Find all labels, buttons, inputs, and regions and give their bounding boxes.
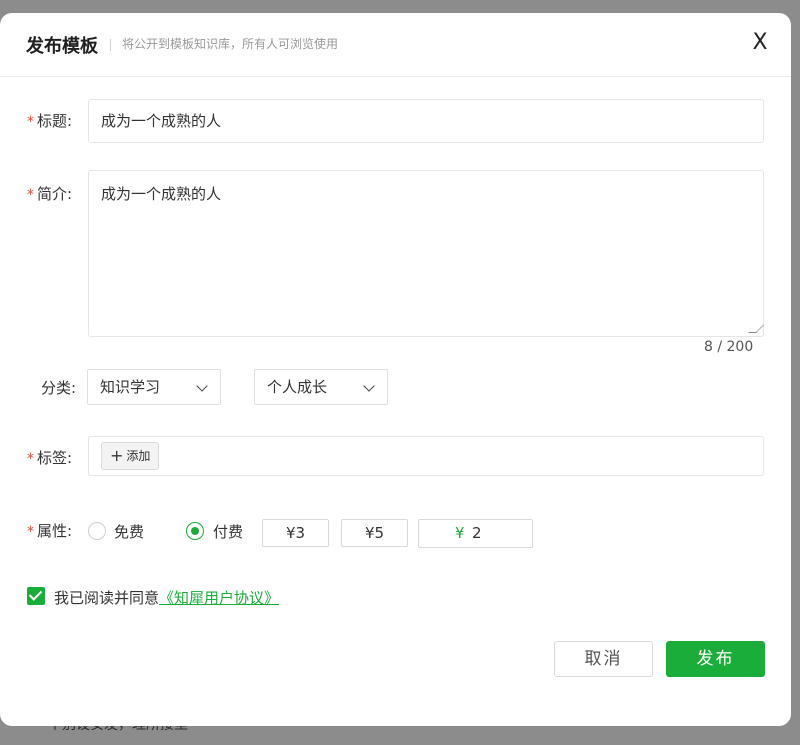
publish-button[interactable]: 发布	[666, 641, 765, 677]
agreement-checkbox[interactable]	[27, 587, 45, 605]
chevron-down-icon	[196, 380, 208, 392]
description-label: * 简介:	[27, 185, 73, 203]
description-textarea[interactable]: 成为一个成熟的人	[88, 170, 764, 337]
paid-option-label[interactable]: 付费	[213, 521, 243, 542]
title-input[interactable]: 成为一个成熟的人	[88, 99, 764, 143]
custom-price-value: 2	[472, 524, 482, 542]
header-divider	[110, 39, 111, 51]
char-counter: 8 / 200	[704, 339, 754, 355]
price-option-3[interactable]: ¥3	[262, 519, 329, 547]
category-label: 分类:	[41, 379, 77, 397]
required-mark: *	[27, 524, 34, 540]
add-tag-button[interactable]: + 添加	[101, 442, 160, 470]
category-secondary-select[interactable]: 个人成长	[254, 369, 388, 405]
paid-radio[interactable]	[186, 522, 204, 540]
plus-icon: +	[110, 446, 124, 465]
agreement-text: 我已阅读并同意《知犀用户协议》	[54, 589, 280, 607]
resize-handle-icon[interactable]	[748, 325, 764, 333]
cancel-button[interactable]: 取消	[554, 641, 653, 677]
free-radio[interactable]	[88, 522, 106, 540]
required-mark: *	[27, 114, 34, 130]
dialog-subtitle: 将公开到模板知识库，所有人可浏览使用	[122, 37, 339, 51]
tags-input[interactable]: + 添加	[88, 436, 764, 476]
category-primary-select[interactable]: 知识学习	[87, 369, 221, 405]
free-option-label[interactable]: 免费	[114, 521, 144, 542]
required-mark: *	[27, 451, 34, 467]
dialog-title: 发布模板	[26, 36, 98, 57]
tags-label: * 标签:	[27, 449, 73, 467]
publish-template-dialog: 发布模板 将公开到模板知识库，所有人可浏览使用 X * 标题: 成为一个成熟的人 …	[0, 13, 791, 726]
category-primary-value: 知识学习	[100, 378, 161, 396]
category-secondary-value: 个人成长	[267, 378, 328, 396]
user-agreement-link[interactable]: 《知犀用户协议》	[159, 589, 279, 607]
attribute-label: * 属性:	[27, 522, 73, 540]
custom-price-input[interactable]: ¥ 2	[418, 519, 533, 548]
price-option-5[interactable]: ¥5	[341, 519, 408, 547]
close-icon[interactable]: X	[749, 31, 771, 55]
required-mark: *	[27, 187, 34, 203]
yen-symbol: ¥	[455, 524, 465, 542]
description-text: 成为一个成熟的人	[101, 185, 222, 203]
dialog-header: 发布模板 将公开到模板知识库，所有人可浏览使用 X	[0, 13, 791, 77]
chevron-down-icon	[363, 380, 375, 392]
title-label: * 标题:	[27, 112, 73, 130]
